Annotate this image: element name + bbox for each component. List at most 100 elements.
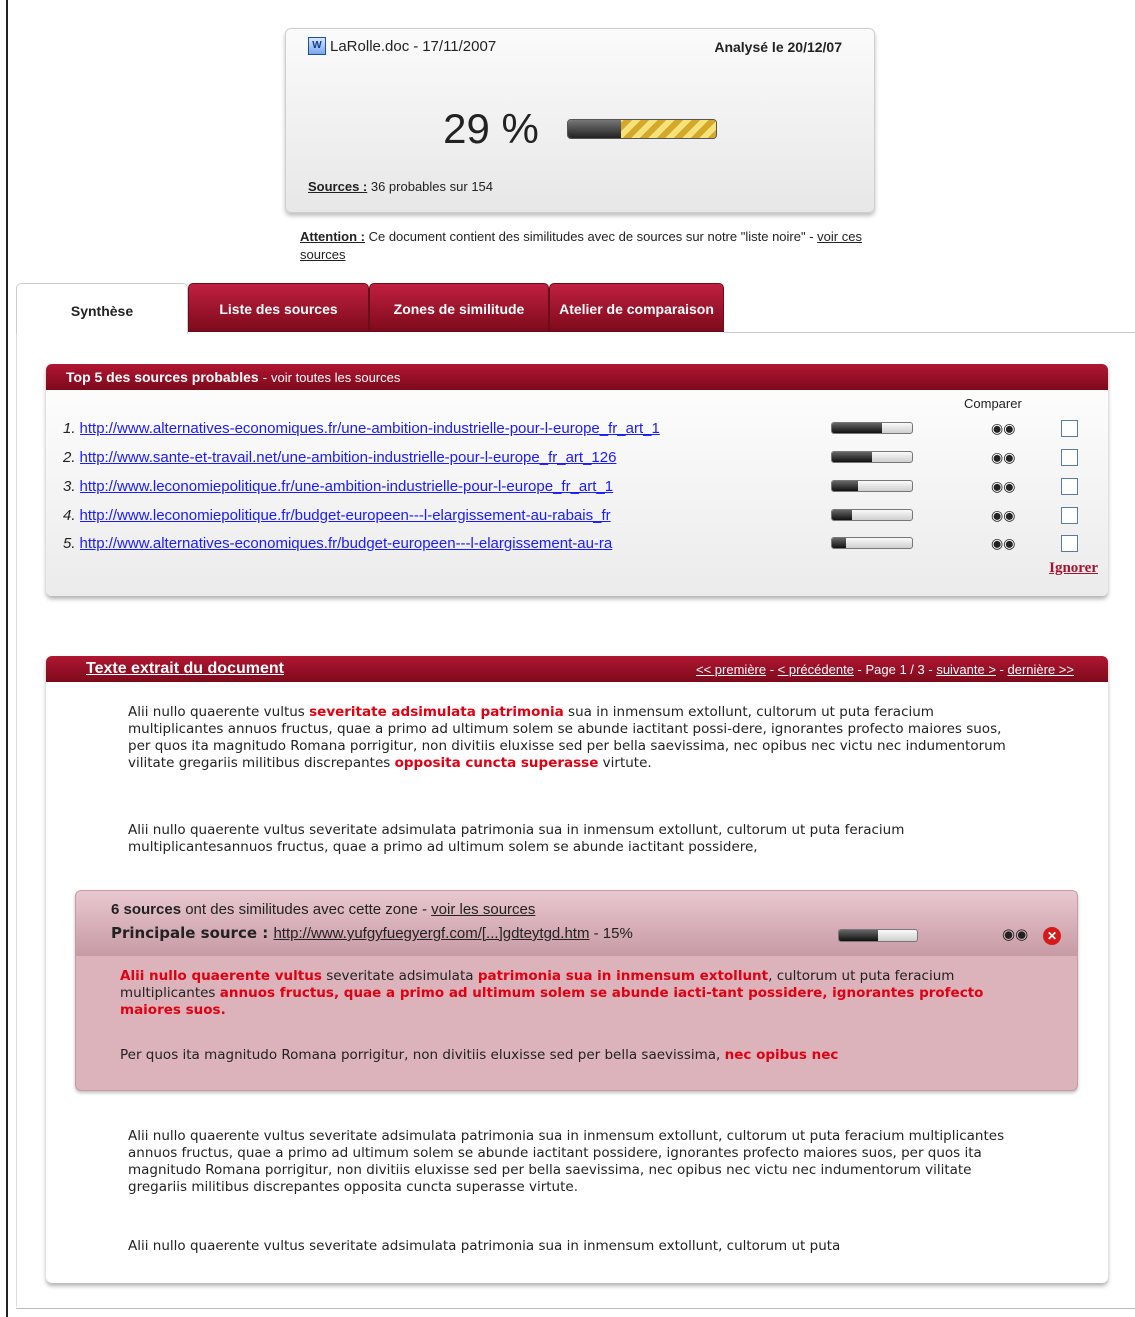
- source-link[interactable]: http://www.alternatives-economiques.fr/b…: [80, 535, 745, 552]
- similarity-count: 6 sources ont des similitudes avec cette…: [111, 901, 535, 918]
- compare-checkbox[interactable]: [1061, 448, 1078, 466]
- source-row: 1. http://www.alternatives-economiques.f…: [63, 417, 1103, 439]
- match-bar-fill: [832, 510, 852, 520]
- source-link[interactable]: http://www.alternatives-economiques.fr/u…: [80, 420, 745, 437]
- compare-checkbox[interactable]: [1061, 534, 1078, 552]
- compare-binoculars-icon[interactable]: ◉◉: [991, 420, 1015, 437]
- source-row: 4. http://www.leconomiepolitique.fr/budg…: [63, 504, 1103, 526]
- compare-checkbox[interactable]: [1061, 477, 1078, 495]
- highlighted-text: patrimonia sua in inmensum extollunt: [477, 968, 769, 984]
- highlighted-text: opposita cuncta superasse: [394, 755, 599, 771]
- tab-bar: Synthèse Liste des sources Zones de simi…: [16, 283, 724, 334]
- text-run: severitate adsimulata: [321, 968, 478, 984]
- source-link[interactable]: http://www.leconomiepolitique.fr/budget-…: [80, 507, 745, 524]
- sources-count: Sources : 36 probables sur 154: [308, 179, 493, 194]
- progress-fill: [621, 120, 716, 138]
- top-sources-panel: Top 5 des sources probables - voir toute…: [46, 364, 1108, 596]
- word-doc-icon: W: [308, 37, 326, 55]
- compare-column-label: Comparer: [964, 396, 1022, 411]
- analysis-date: Analysé le 20/12/07: [714, 39, 842, 55]
- source-link[interactable]: http://www.sante-et-travail.net/une-ambi…: [80, 449, 745, 466]
- similarity-count-text: ont des similitudes avec cette zone -: [181, 901, 432, 918]
- last-page-link[interactable]: dernière >>: [1008, 662, 1075, 677]
- text-run: Per quos ita magnitudo Romana porrigitur…: [120, 1047, 725, 1063]
- tab-synthese[interactable]: Synthèse: [16, 283, 188, 334]
- previous-page-link[interactable]: < précédente: [778, 662, 854, 677]
- text-paragraph: Alii nullo quaerente vultus severitate a…: [128, 822, 905, 855]
- next-page-link[interactable]: suivante >: [936, 662, 996, 677]
- bottom-divider: [16, 1308, 1135, 1309]
- view-zone-sources-link[interactable]: voir les sources: [431, 901, 535, 918]
- compare-checkbox[interactable]: [1061, 419, 1078, 437]
- compare-binoculars-icon[interactable]: ◉◉: [991, 478, 1015, 495]
- sources-count-text: 36 probables sur 154: [367, 179, 494, 194]
- extracted-text-title: Texte extrait du document: [86, 660, 284, 677]
- compare-checkbox[interactable]: [1061, 506, 1078, 524]
- text-paragraph: Alii nullo quaerente vultus severitate a…: [128, 704, 1018, 772]
- source-number: 3.: [63, 477, 76, 495]
- text-run: Alii nullo quaerente vultus: [128, 704, 310, 720]
- source-match-bar: [831, 422, 913, 434]
- main-source-match-bar: [838, 929, 918, 942]
- pager-sep: -: [995, 661, 1008, 677]
- similarity-zone: 6 sources ont des similitudes avec cette…: [75, 890, 1078, 1091]
- source-number: 5.: [63, 534, 76, 552]
- similarity-score: 29 %: [286, 105, 874, 153]
- highlighted-text: Alii nullo quaerente vultus: [120, 968, 322, 984]
- match-bar-fill: [832, 423, 882, 433]
- similarity-percent: 29 %: [443, 105, 539, 152]
- warning-label: Attention :: [300, 229, 365, 244]
- main-source-label: Principale source :: [111, 924, 274, 942]
- blacklist-warning: Attention : Ce document contient des sim…: [300, 228, 880, 264]
- text-paragraph: Alii nullo quaerente vultus severitate a…: [128, 1238, 841, 1254]
- similarity-paragraph: Alii nullo quaerente vultus severitate a…: [120, 968, 1040, 1019]
- main-source-link[interactable]: http://www.yufgyfuegyergf.com/[...]gdtey…: [273, 925, 589, 942]
- source-row: 2. http://www.sante-et-travail.net/une-a…: [63, 446, 1103, 468]
- tab-label: Atelier de comparaison: [559, 301, 714, 317]
- tab-label: Liste des sources: [219, 301, 338, 317]
- close-icon[interactable]: ✕: [1043, 927, 1061, 945]
- match-bar-fill: [839, 930, 878, 941]
- highlighted-text: annuos fructus, quae a primo ad ultimum …: [120, 985, 984, 1018]
- match-bar-fill: [832, 538, 847, 548]
- compare-binoculars-icon[interactable]: ◉◉: [1002, 925, 1028, 943]
- sources-label[interactable]: Sources :: [308, 179, 367, 194]
- top-sources-title: Top 5 des sources probables: [66, 369, 259, 385]
- page-indicator: - Page 1 / 3 -: [853, 661, 937, 677]
- match-bar-fill: [832, 452, 872, 462]
- highlighted-text: nec opibus nec: [724, 1047, 839, 1063]
- similarity-progress-bar: [566, 119, 717, 139]
- source-match-bar: [831, 537, 913, 549]
- source-row: 3. http://www.leconomiepolitique.fr/une-…: [63, 475, 1103, 497]
- document-name[interactable]: LaRolle.doc: [330, 38, 409, 55]
- main-source-percent: - 15%: [589, 925, 633, 942]
- first-page-link[interactable]: << première: [696, 662, 766, 677]
- ignore-button[interactable]: Ignorer: [1049, 560, 1098, 577]
- match-bar-fill: [832, 481, 858, 491]
- tab-liste-des-sources[interactable]: Liste des sources: [188, 283, 369, 332]
- source-number: 2.: [63, 448, 76, 466]
- highlighted-text: severitate adsimulata patrimonia: [309, 704, 564, 720]
- source-row: 5. http://www.alternatives-economiques.f…: [63, 532, 1103, 554]
- source-link[interactable]: http://www.leconomiepolitique.fr/une-amb…: [80, 478, 745, 495]
- tab-label: Zones de similitude: [393, 301, 525, 317]
- compare-binoculars-icon[interactable]: ◉◉: [991, 535, 1015, 552]
- top-sources-sep: -: [262, 369, 268, 385]
- similarity-paragraph: Per quos ita magnitudo Romana porrigitur…: [120, 1047, 1040, 1064]
- similarity-count-value: 6 sources: [111, 901, 182, 918]
- text-run: virtute.: [598, 755, 652, 771]
- pagination: << première - < précédente - Page 1 / 3 …: [696, 662, 1074, 677]
- tab-atelier-de-comparaison[interactable]: Atelier de comparaison: [549, 283, 724, 332]
- view-all-sources-link[interactable]: voir toutes les sources: [271, 370, 400, 385]
- tab-zones-de-similitude[interactable]: Zones de similitude: [369, 283, 549, 332]
- text-paragraph: Alii nullo quaerente vultus severitate a…: [128, 1128, 1005, 1195]
- document-date-sep: -: [413, 37, 419, 55]
- top-sources-header: Top 5 des sources probables - voir toute…: [46, 364, 1108, 390]
- extracted-text-header: Texte extrait du document << première - …: [46, 656, 1108, 682]
- tab-label: Synthèse: [70, 302, 134, 319]
- compare-binoculars-icon[interactable]: ◉◉: [991, 507, 1015, 524]
- analysis-summary-card: W LaRolle.doc - 17/11/2007 Analysé le 20…: [285, 28, 875, 213]
- compare-binoculars-icon[interactable]: ◉◉: [991, 449, 1015, 466]
- source-match-bar: [831, 480, 913, 492]
- tab-underline: [724, 332, 1135, 333]
